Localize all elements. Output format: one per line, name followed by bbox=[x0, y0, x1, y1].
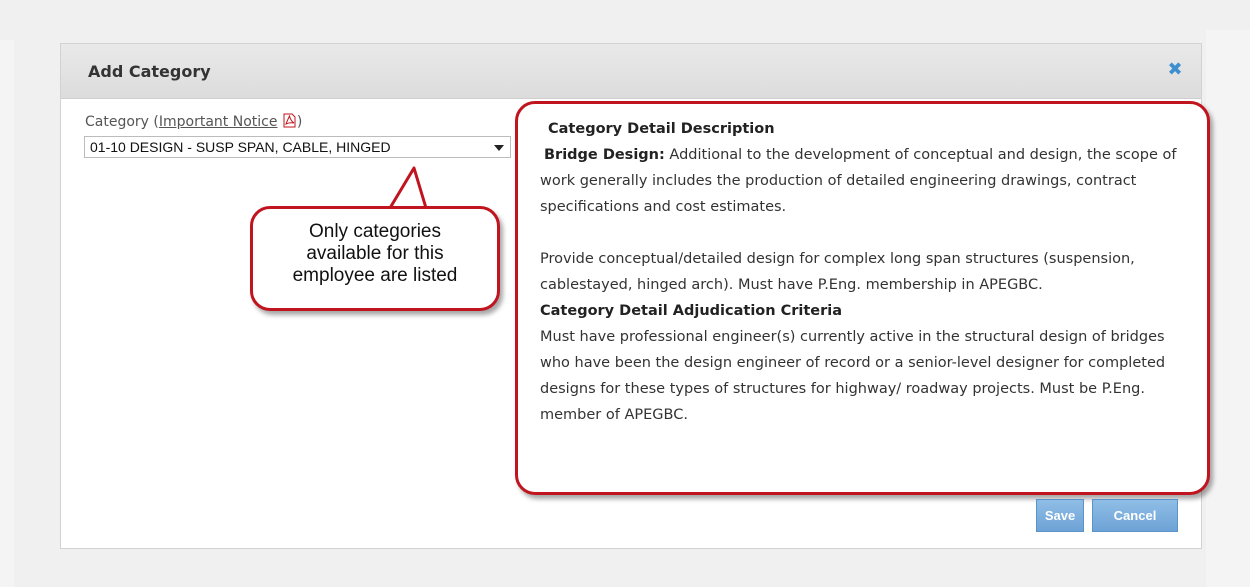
provide-design-text: Provide conceptual/detailed design for c… bbox=[540, 251, 1135, 293]
chevron-down-icon[interactable] bbox=[494, 145, 504, 151]
criteria-text: Must have professional engineer(s) curre… bbox=[540, 329, 1166, 423]
category-select-value: 01-10 DESIGN - SUSP SPAN, CABLE, HINGED bbox=[90, 139, 391, 155]
category-field-label: Category (Important Notice ) bbox=[85, 113, 302, 130]
dialog-header: Add Category ✖ bbox=[61, 44, 1201, 99]
bridge-design-label: Bridge Design: bbox=[544, 147, 665, 163]
bridge-design-description: Bridge Design: Additional to the develop… bbox=[540, 142, 1185, 220]
criteria-heading: Category Detail Adjudication Criteria bbox=[540, 303, 843, 319]
callout-note: Only categories available for this emplo… bbox=[250, 206, 500, 311]
cancel-button[interactable]: Cancel bbox=[1092, 499, 1178, 532]
callout-line: Only categories bbox=[308, 221, 441, 242]
callout-pointer bbox=[388, 166, 430, 214]
dialog-title: Add Category bbox=[88, 62, 211, 81]
description-heading: Category Detail Description bbox=[548, 121, 775, 137]
add-category-dialog: Add Category ✖ Category (Important Notic… bbox=[60, 43, 1210, 549]
callout-line: employee are listed bbox=[292, 265, 458, 286]
pdf-icon[interactable] bbox=[283, 113, 296, 128]
page-backdrop bbox=[0, 40, 14, 587]
save-button[interactable]: Save bbox=[1036, 499, 1084, 532]
close-icon[interactable]: ✖ bbox=[1166, 61, 1184, 79]
category-detail-panel: Category Detail Description Bridge Desig… bbox=[515, 101, 1210, 495]
page-backdrop-right bbox=[1206, 30, 1250, 587]
important-notice-link[interactable]: Important Notice bbox=[159, 114, 278, 130]
category-label-end: ) bbox=[296, 114, 303, 130]
callout-line: available for this bbox=[306, 243, 444, 264]
category-select[interactable]: 01-10 DESIGN - SUSP SPAN, CABLE, HINGED bbox=[84, 136, 511, 158]
category-label-text: Category ( bbox=[85, 114, 159, 130]
